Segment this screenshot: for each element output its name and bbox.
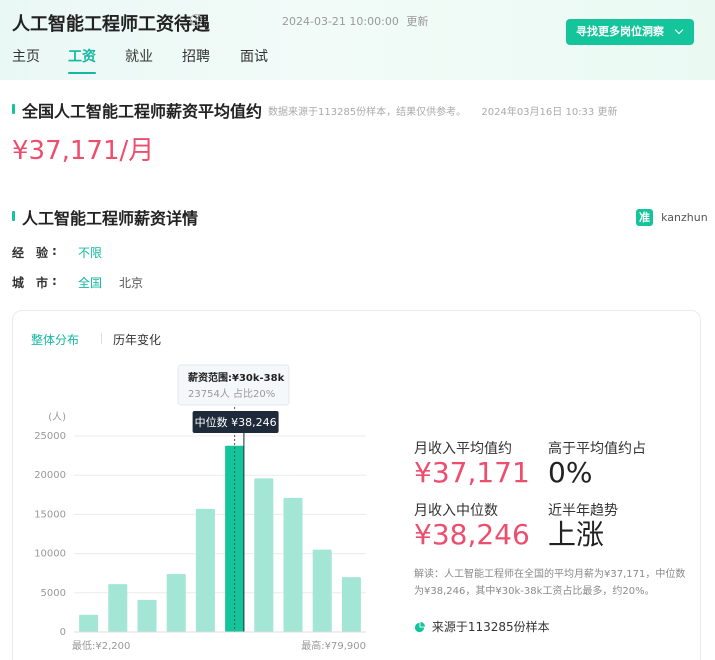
stat-trend-label: 近半年趋势 (548, 503, 618, 519)
y-tick-label: 10000 (34, 549, 66, 560)
section-marker (12, 104, 15, 114)
bar (283, 497, 303, 632)
salary-distribution-chart: 0 5000 10000 15000 20000 25000 (人) 中位数 ¥38,246 薪… (34, 364, 366, 652)
page-title: 人工智能工程师工资待遇 (12, 14, 210, 35)
tab-interview[interactable]: 面试 (240, 46, 268, 74)
detail-section-title: 人工智能工程师薪资详情 (12, 205, 198, 229)
stat-median-label: 月收入中位数 (414, 503, 498, 519)
y-tick-label: 15000 (34, 509, 66, 520)
data-source-note: 数据来源于113285份样本，结果仅供参考。 (268, 107, 467, 118)
stat-trend-value: 上涨 (548, 518, 605, 551)
stat-average-label: 月收入平均值约 (414, 441, 512, 457)
y-tick-label: 25000 (34, 431, 66, 442)
filter-label-experience: 经 验 : (12, 244, 57, 260)
stat-median-value: ¥38,246 (414, 518, 530, 551)
tab-home[interactable]: 主页 (12, 46, 40, 74)
cta-label: 寻找更多岗位洞察 (576, 25, 664, 38)
y-tick-label: 20000 (34, 470, 66, 481)
stat-above-label: 高于平均值约占 (548, 441, 646, 457)
filter-option-beijing[interactable]: 北京 (119, 274, 143, 291)
kanzhun-brand: 准 kanzhun (636, 207, 708, 226)
brand-name: kanzhun (661, 211, 708, 224)
filter-option-nationwide[interactable]: 全国 (78, 274, 102, 291)
x-max-label: 最高:¥79,900 (301, 639, 366, 652)
tooltip-title: 薪资范围:¥30k-38k (188, 371, 285, 384)
update-suffix: 更新 (406, 15, 429, 28)
y-tick-label: 0 (60, 627, 66, 638)
average-section-title: 全国人工智能工程师薪资平均值约 (12, 98, 262, 122)
stat-above-average: 高于平均值约占 0% (548, 438, 646, 488)
tab-recruitment[interactable]: 招聘 (182, 46, 210, 74)
tab-employment[interactable]: 就业 (125, 46, 153, 74)
x-min-label: 最低:¥2,200 (72, 639, 130, 652)
filter-label-city: 城 市 : (12, 274, 57, 290)
header-update-time: 2024-03-21 10:00:00 更新 (282, 13, 428, 29)
stat-average-value: ¥37,171 (414, 456, 530, 489)
kanzhun-logo-icon: 准 (636, 209, 653, 226)
bar (108, 584, 128, 632)
stat-median: 月收入中位数 ¥38,246 (414, 500, 530, 550)
average-salary-value: ¥37,171/月 (12, 136, 155, 166)
stat-trend: 近半年趋势 上涨 (548, 500, 618, 550)
y-tick-label: 5000 (41, 588, 66, 599)
median-label: 中位数 ¥38,246 (195, 415, 277, 429)
stat-above-value: 0% (548, 456, 593, 489)
bar (137, 599, 157, 632)
subtab-divider (101, 333, 102, 344)
stat-average: 月收入平均值约 ¥37,171 (414, 438, 530, 488)
bar (195, 508, 215, 632)
find-more-insights-button[interactable]: 寻找更多岗位洞察 (566, 19, 694, 45)
subtab-historical-changes[interactable]: 历年变化 (113, 331, 161, 348)
y-axis-unit: (人) (48, 411, 66, 423)
update-time: 2024-03-21 10:00:00 (282, 15, 399, 28)
info-circle-icon[interactable]: i (190, 14, 202, 26)
section-marker (12, 211, 15, 221)
bar (312, 549, 332, 632)
bar (254, 478, 274, 632)
filter-option-any[interactable]: 不限 (78, 244, 102, 261)
average-meta: 数据来源于113285份样本，结果仅供参考。 2024年03月16日 10:33… (268, 103, 617, 118)
page-header: 人工智能工程师工资待遇 i 2024-03-21 10:00:00 更新 寻找更… (0, 0, 715, 80)
bar (166, 573, 186, 632)
chart-interpretation: 解读：人工智能工程师在全国的平均月薪为¥37,171，中位数为¥38,246，其… (414, 569, 686, 597)
pie-chart-icon (414, 622, 425, 633)
subtab-overall-distribution[interactable]: 整体分布 (31, 331, 79, 348)
data-update-note: 2024年03月16日 10:33 更新 (481, 107, 618, 118)
tab-salary[interactable]: 工资 (68, 46, 96, 74)
sample-source: 来源于113285份样本 (414, 618, 550, 635)
tooltip-detail: 23754人 占比20% (188, 387, 275, 400)
chevron-down-icon (674, 25, 684, 35)
bar (341, 577, 361, 632)
bar (79, 614, 99, 632)
